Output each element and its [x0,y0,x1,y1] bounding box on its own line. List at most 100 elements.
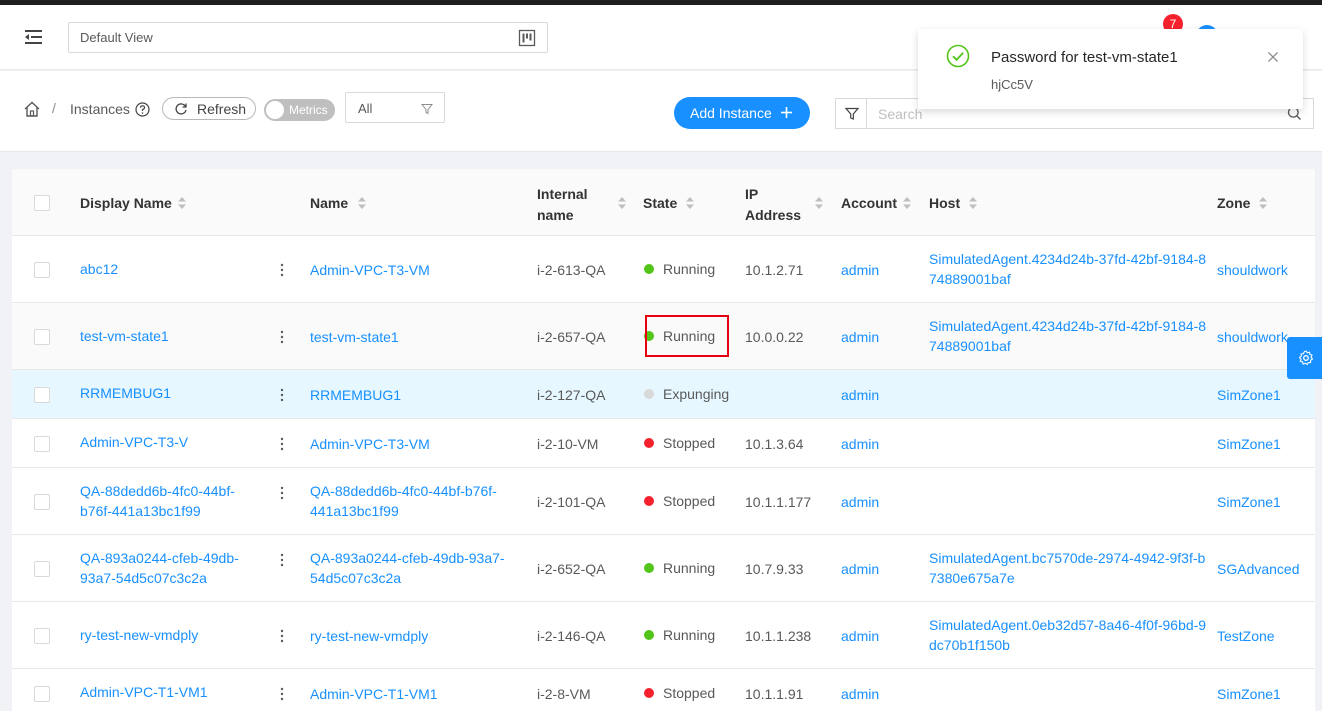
sort-icon[interactable] [686,197,694,209]
account-link[interactable]: admin [841,559,879,579]
zone-link[interactable]: SimZone1 [1217,492,1281,512]
more-vertical-icon[interactable] [280,263,284,277]
account-link[interactable]: admin [841,684,879,704]
zone-link[interactable]: SimZone1 [1217,684,1281,704]
name-link[interactable]: RRMEMBUG1 [310,385,520,405]
menu-fold-icon[interactable] [22,27,44,47]
instance-filter-select[interactable]: All [345,92,445,123]
sort-icon[interactable] [618,197,626,209]
check-circle-icon [946,44,970,68]
table-row[interactable]: ry-test-new-vmdply ry-test-new-vmdply i-… [12,602,1315,669]
zone-link[interactable]: shouldwork [1217,327,1288,347]
metrics-toggle[interactable]: Metrics [264,99,335,121]
ip-address: 10.1.3.64 [745,436,804,452]
display-name-link[interactable]: Admin-VPC-T3-V [80,432,260,452]
row-checkbox[interactable] [34,262,50,278]
name-link[interactable]: test-vm-state1 [310,327,520,347]
name-link[interactable]: QA-893a0244-cfeb-49db-93a7-54d5c07c3c2a [310,548,520,588]
select-all-checkbox[interactable] [34,195,50,211]
host-link[interactable]: SimulatedAgent.4234d24b-37fd-42bf-9184-8… [929,316,1209,356]
more-vertical-icon[interactable] [280,553,284,567]
name-link[interactable]: Admin-VPC-T1-VM1 [310,684,520,704]
more-vertical-icon[interactable] [280,629,284,643]
refresh-button[interactable]: Refresh [162,97,256,120]
name-link[interactable]: Admin-VPC-T3-VM [310,434,520,454]
zone-link[interactable]: shouldwork [1217,260,1288,280]
display-name-link[interactable]: abc12 [80,259,260,279]
column-header-ip-address[interactable]: IP Address [745,184,805,226]
status-text: Stopped [663,435,716,451]
view-selector-value: Default View [80,30,153,45]
more-vertical-icon[interactable] [280,437,284,451]
row-checkbox[interactable] [34,494,50,510]
table-row[interactable]: RRMEMBUG1 RRMEMBUG1 i-2-127-QA Expunging… [12,370,1315,419]
internal-name: i-2-10-VM [537,436,599,452]
row-checkbox[interactable] [34,686,50,702]
zone-link[interactable]: SimZone1 [1217,434,1281,454]
ip-address: 10.7.9.33 [745,561,804,577]
column-header-zone[interactable]: Zone [1217,195,1250,211]
add-instance-button[interactable]: Add Instance [674,97,810,129]
breadcrumb-separator: / [52,100,56,116]
filter-icon [420,102,434,115]
name-link[interactable]: ry-test-new-vmdply [310,626,520,646]
table-row[interactable]: abc12 Admin-VPC-T3-VM i-2-613-QA Running… [12,236,1315,303]
status-text: Running [663,560,716,576]
column-header-account[interactable]: Account [841,195,897,211]
table-row[interactable]: Admin-VPC-T1-VM1 Admin-VPC-T1-VM1 i-2-8-… [12,669,1315,711]
name-link[interactable]: QA-88dedd6b-4fc0-44bf-b76f-441a13bc1f99 [310,481,520,521]
row-checkbox[interactable] [34,436,50,452]
display-name-link[interactable]: test-vm-state1 [80,326,260,346]
display-name-link[interactable]: ry-test-new-vmdply [80,625,260,645]
column-header-name[interactable]: Name [310,195,348,211]
ip-address: 10.1.1.91 [745,686,804,702]
sort-icon[interactable] [815,197,823,209]
table-row[interactable]: QA-88dedd6b-4fc0-44bf-b76f-441a13bc1f99 … [12,468,1315,535]
account-link[interactable]: admin [841,327,879,347]
zone-link[interactable]: SimZone1 [1217,385,1281,405]
status-dot-expunging [644,389,654,399]
display-name-link[interactable]: QA-893a0244-cfeb-49db-93a7-54d5c07c3c2a [80,548,260,588]
row-checkbox[interactable] [34,561,50,577]
row-checkbox[interactable] [34,387,50,403]
sort-icon[interactable] [178,197,186,209]
home-icon[interactable] [23,100,41,118]
account-link[interactable]: admin [841,492,879,512]
sort-icon[interactable] [1259,197,1267,209]
sort-icon[interactable] [903,197,911,209]
close-icon[interactable] [1267,50,1279,62]
account-link[interactable]: admin [841,434,879,454]
view-selector[interactable]: Default View [68,22,548,53]
zone-link[interactable]: TestZone [1217,626,1275,646]
account-link[interactable]: admin [841,385,879,405]
row-checkbox[interactable] [34,628,50,644]
more-vertical-icon[interactable] [280,486,284,500]
display-name-link[interactable]: Admin-VPC-T1-VM1 [80,682,260,702]
breadcrumb-current: Instances [70,101,130,117]
account-link[interactable]: admin [841,626,879,646]
host-link[interactable]: SimulatedAgent.bc7570de-2974-4942-9f3f-b… [929,548,1209,588]
zone-link[interactable]: SGAdvanced [1217,559,1300,579]
sort-icon[interactable] [358,197,366,209]
row-checkbox[interactable] [34,329,50,345]
status-dot-running [644,264,654,274]
table-row[interactable]: QA-893a0244-cfeb-49db-93a7-54d5c07c3c2a … [12,535,1315,602]
account-link[interactable]: admin [841,260,879,280]
host-link[interactable]: SimulatedAgent.4234d24b-37fd-42bf-9184-8… [929,249,1209,289]
more-vertical-icon[interactable] [280,330,284,344]
column-header-host[interactable]: Host [929,195,960,211]
column-header-state[interactable]: State [643,195,677,211]
settings-drawer-tab[interactable] [1287,337,1322,379]
sort-icon[interactable] [969,197,977,209]
display-name-link[interactable]: QA-88dedd6b-4fc0-44bf-b76f-441a13bc1f99 [80,481,260,521]
question-circle-icon[interactable] [135,102,150,117]
column-header-internal-name[interactable]: Internal name [537,184,607,226]
more-vertical-icon[interactable] [280,388,284,402]
name-link[interactable]: Admin-VPC-T3-VM [310,260,520,280]
host-link[interactable]: SimulatedAgent.0eb32d57-8a46-4f0f-96bd-9… [929,615,1209,655]
display-name-link[interactable]: RRMEMBUG1 [80,383,260,403]
table-row[interactable]: Admin-VPC-T3-V Admin-VPC-T3-VM i-2-10-VM… [12,419,1315,468]
search-filter-button[interactable] [835,98,867,129]
column-header-display-name[interactable]: Display Name [80,195,172,211]
more-vertical-icon[interactable] [280,687,284,701]
